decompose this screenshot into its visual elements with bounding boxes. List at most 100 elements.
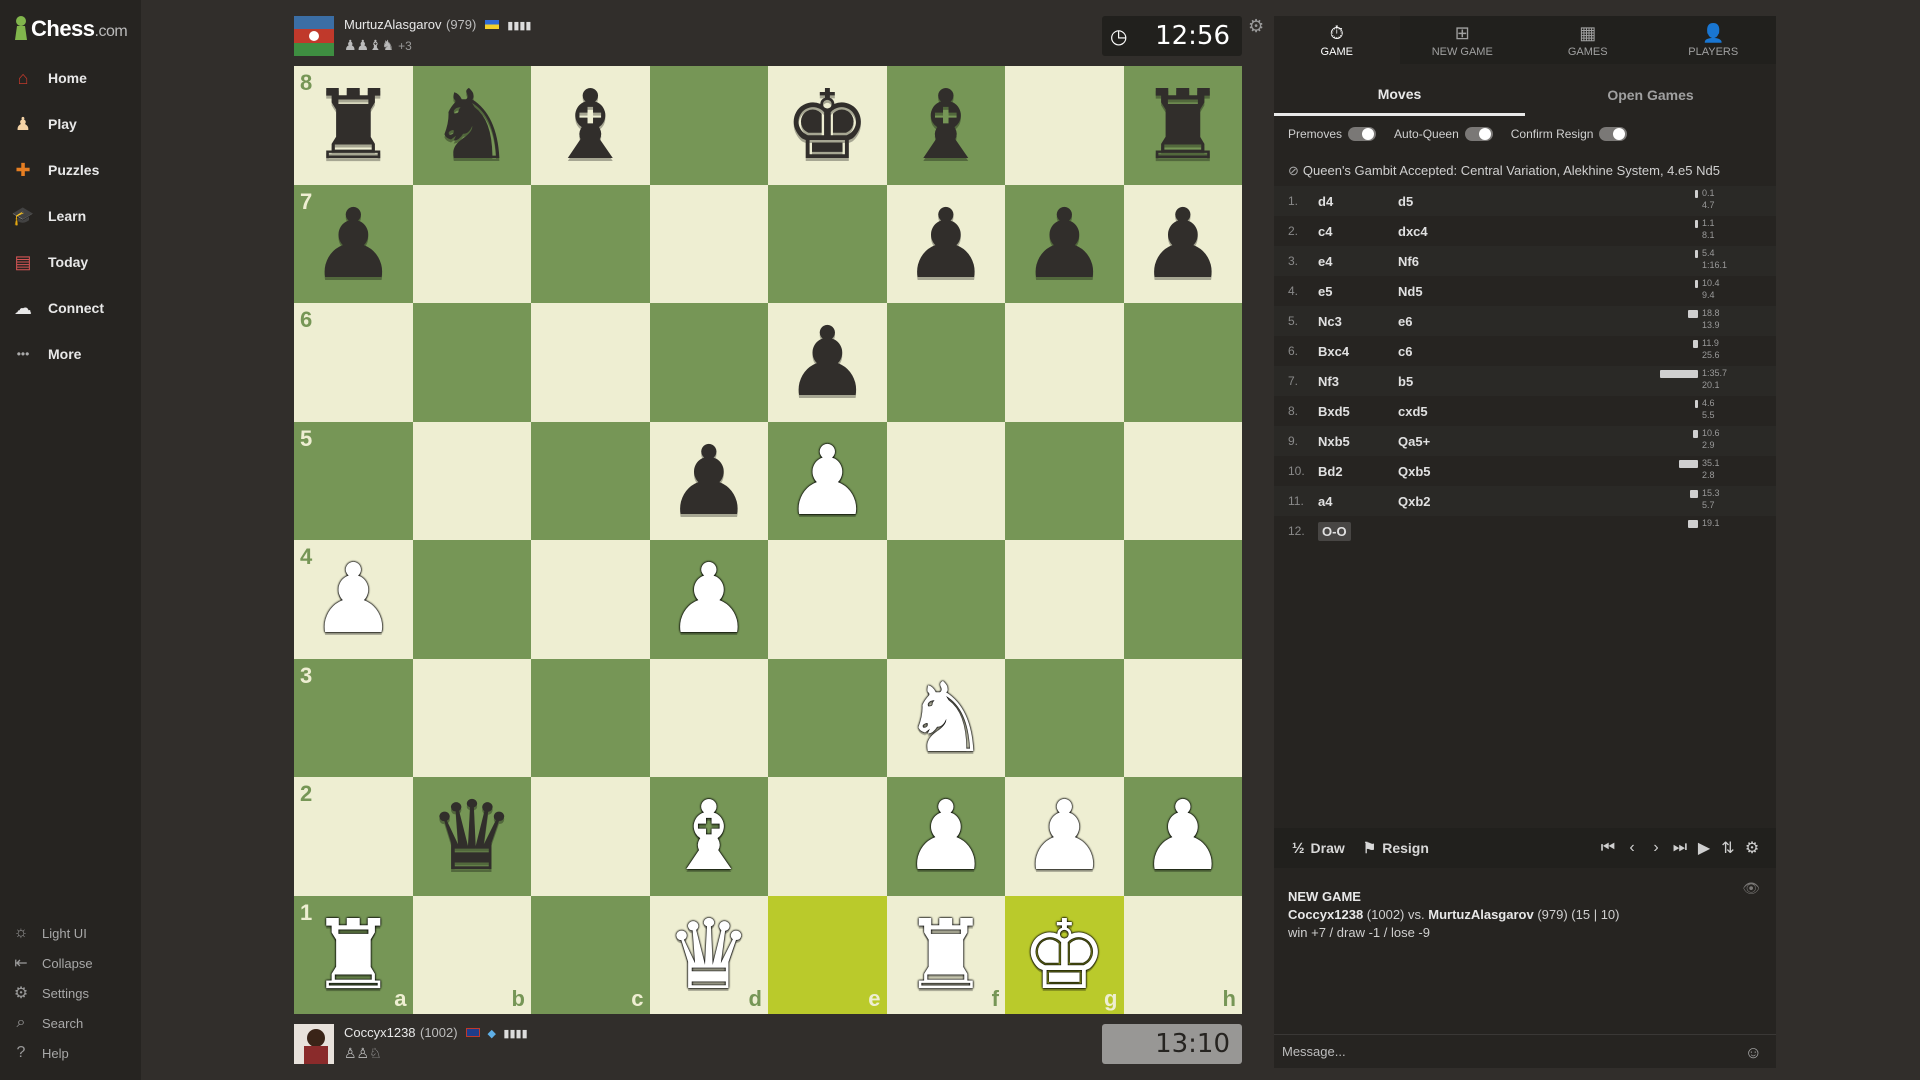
square-h1[interactable]: h bbox=[1123, 895, 1242, 1014]
chess-board[interactable]: 8 ♜ ♞ ♝ ♚ ♝ ♜ 7 ♟ ♟ ♟ ♟ 6 ♟ 5 ♟ ♟ 4 ♟ ♟ 3 ♞ 2 ♛ ♝ ♟ ♟ ♟ 1 a ♜ b c d ♛ e f ♜ g ♚… bbox=[294, 66, 1242, 1014]
first-move-icon[interactable]: ⏮ bbox=[1596, 839, 1620, 857]
white-move[interactable]: Bxc4 bbox=[1318, 344, 1398, 359]
black-knight-icon[interactable]: ♞ bbox=[413, 66, 532, 185]
square-g3[interactable] bbox=[1005, 658, 1124, 777]
black-queen-icon[interactable]: ♛ bbox=[413, 777, 532, 896]
white-king-icon[interactable]: ♚ bbox=[1005, 896, 1124, 1015]
sidebar-bottom-help[interactable]: ? Help bbox=[0, 1039, 141, 1067]
square-e8[interactable]: ♚ bbox=[768, 66, 887, 185]
square-e4[interactable] bbox=[768, 540, 887, 659]
sidebar-item-connect[interactable]: ☁ Connect bbox=[0, 288, 141, 328]
square-e2[interactable] bbox=[768, 777, 887, 896]
black-move[interactable]: Qxb2 bbox=[1398, 494, 1478, 509]
square-e7[interactable] bbox=[768, 184, 887, 303]
white-move[interactable]: Bxd5 bbox=[1318, 404, 1398, 419]
square-f6[interactable] bbox=[886, 303, 1005, 422]
square-a8[interactable]: 8 ♜ bbox=[294, 66, 413, 185]
white-pawn-icon[interactable]: ♟ bbox=[294, 540, 413, 659]
square-a1[interactable]: 1 a ♜ bbox=[294, 895, 413, 1015]
square-g2[interactable]: ♟ bbox=[1005, 777, 1124, 896]
sidebar-item-play[interactable]: ♟ Play bbox=[0, 104, 141, 144]
black-pawn-icon[interactable]: ♟ bbox=[650, 422, 769, 541]
tab-games[interactable]: ▦ GAMES bbox=[1525, 16, 1651, 64]
tab-game[interactable]: ⏱ GAME bbox=[1274, 16, 1400, 64]
black-rook-icon[interactable]: ♜ bbox=[1124, 66, 1243, 185]
square-h4[interactable] bbox=[1123, 540, 1242, 659]
square-b8[interactable]: ♞ bbox=[412, 66, 532, 185]
square-e5[interactable]: ♟ bbox=[768, 421, 887, 541]
tab-new-game[interactable]: ⊞ NEW GAME bbox=[1400, 16, 1526, 64]
square-d8[interactable] bbox=[649, 66, 768, 185]
square-e1[interactable]: e bbox=[768, 895, 887, 1014]
message-input[interactable] bbox=[1282, 1044, 1722, 1059]
square-g1[interactable]: g ♚ bbox=[1005, 895, 1124, 1015]
black-pawn-icon[interactable]: ♟ bbox=[1124, 185, 1243, 304]
sidebar-item-puzzles[interactable]: ✚ Puzzles bbox=[0, 150, 141, 190]
newgame-white-player[interactable]: Coccyx1238 bbox=[1288, 907, 1363, 922]
white-move[interactable]: d4 bbox=[1318, 194, 1398, 209]
toggle-premoves[interactable]: Premoves bbox=[1288, 127, 1377, 141]
white-move[interactable]: Nxb5 bbox=[1318, 434, 1398, 449]
white-queen-icon[interactable]: ♛ bbox=[650, 896, 769, 1015]
square-b5[interactable] bbox=[412, 421, 531, 540]
square-g8[interactable] bbox=[1005, 66, 1124, 185]
draw-button[interactable]: ½ Draw bbox=[1292, 840, 1345, 857]
top-player-avatar[interactable] bbox=[294, 16, 334, 56]
black-move[interactable]: e6 bbox=[1398, 314, 1478, 329]
white-move[interactable]: e5 bbox=[1318, 284, 1398, 299]
white-move[interactable]: Bd2 bbox=[1318, 464, 1398, 479]
square-f7[interactable]: ♟ bbox=[886, 184, 1005, 303]
square-d1[interactable]: d ♛ bbox=[649, 895, 769, 1015]
white-rook-icon[interactable]: ♜ bbox=[294, 896, 413, 1015]
white-bishop-icon[interactable]: ♝ bbox=[650, 777, 769, 896]
square-f5[interactable] bbox=[886, 421, 1005, 540]
black-move[interactable]: Nf6 bbox=[1398, 254, 1478, 269]
top-player-name[interactable]: MurtuzAlasgarov bbox=[344, 17, 442, 32]
black-pawn-icon[interactable]: ♟ bbox=[294, 185, 413, 304]
square-b2[interactable]: ♛ bbox=[412, 777, 532, 896]
black-move[interactable]: Qa5+ bbox=[1398, 434, 1478, 449]
sidebar-bottom-light-ui[interactable]: ☼ Light UI bbox=[0, 919, 141, 947]
square-c4[interactable] bbox=[531, 540, 650, 659]
white-move[interactable]: Nf3 bbox=[1318, 374, 1398, 389]
last-move-icon[interactable]: ⏭ bbox=[1668, 839, 1692, 857]
square-c6[interactable] bbox=[531, 303, 650, 422]
square-c1[interactable]: c bbox=[531, 895, 650, 1014]
square-c8[interactable]: ♝ bbox=[531, 66, 650, 185]
black-move[interactable]: Nd5 bbox=[1398, 284, 1478, 299]
square-h3[interactable] bbox=[1123, 658, 1242, 777]
square-b1[interactable]: b bbox=[412, 895, 531, 1014]
toggle-confirm-resign[interactable]: Confirm Resign bbox=[1511, 127, 1628, 141]
chat-toggle-icon[interactable]: 👁 bbox=[1742, 880, 1760, 897]
square-g4[interactable] bbox=[1005, 540, 1124, 659]
settings-gear-icon[interactable]: ⚙ bbox=[1740, 838, 1764, 858]
bottom-player-avatar[interactable] bbox=[294, 1024, 334, 1064]
square-c7[interactable] bbox=[531, 184, 650, 303]
sidebar-bottom-collapse[interactable]: ⇤ Collapse bbox=[0, 949, 141, 977]
black-pawn-icon[interactable]: ♟ bbox=[1005, 185, 1124, 304]
square-h8[interactable]: ♜ bbox=[1123, 66, 1243, 185]
tab-players[interactable]: 👤 PLAYERS bbox=[1651, 16, 1777, 64]
square-f4[interactable] bbox=[886, 540, 1005, 659]
square-e6[interactable]: ♟ bbox=[768, 303, 887, 422]
square-a7[interactable]: 7 ♟ bbox=[294, 184, 413, 304]
subtab-moves[interactable]: Moves bbox=[1274, 74, 1525, 116]
square-c5[interactable] bbox=[531, 421, 650, 540]
white-pawn-icon[interactable]: ♟ bbox=[650, 540, 769, 659]
white-pawn-icon[interactable]: ♟ bbox=[1005, 777, 1124, 896]
black-king-icon[interactable]: ♚ bbox=[768, 66, 887, 185]
square-a3[interactable]: 3 bbox=[294, 658, 413, 777]
square-b7[interactable] bbox=[412, 184, 531, 303]
white-pawn-icon[interactable]: ♟ bbox=[887, 777, 1006, 896]
flip-board-icon[interactable]: ⇅ bbox=[1716, 838, 1740, 858]
white-move[interactable]: O-O bbox=[1318, 521, 1351, 541]
black-bishop-icon[interactable]: ♝ bbox=[531, 66, 650, 185]
white-move[interactable]: a4 bbox=[1318, 494, 1398, 509]
black-pawn-icon[interactable]: ♟ bbox=[768, 303, 887, 422]
white-pawn-icon[interactable]: ♟ bbox=[768, 422, 887, 541]
emoji-icon[interactable]: ☺ bbox=[1745, 1043, 1762, 1063]
sidebar-bottom-settings[interactable]: ⚙ Settings bbox=[0, 979, 141, 1007]
black-bishop-icon[interactable]: ♝ bbox=[887, 66, 1006, 185]
black-move[interactable]: c6 bbox=[1398, 344, 1478, 359]
square-b3[interactable] bbox=[412, 658, 531, 777]
